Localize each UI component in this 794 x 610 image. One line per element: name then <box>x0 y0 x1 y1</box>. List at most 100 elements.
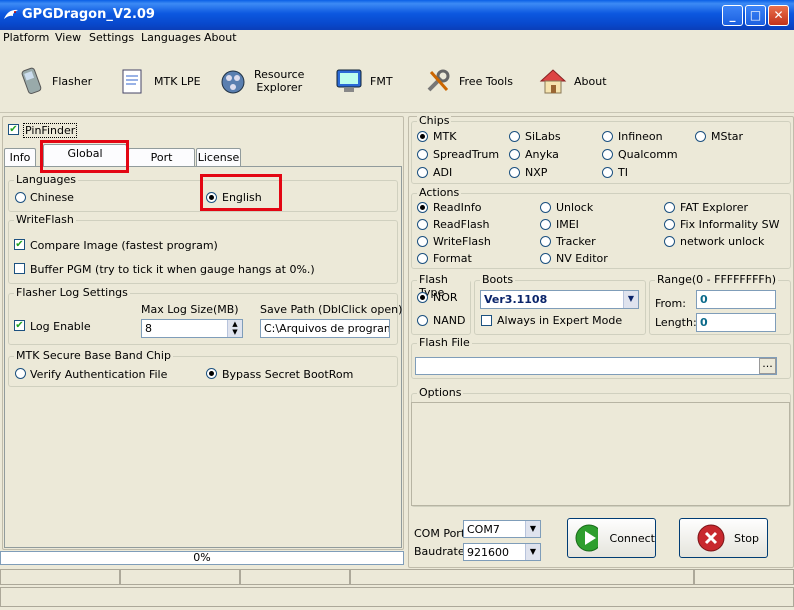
flash-file-title: Flash File <box>417 336 472 349</box>
free-tools-tool-button[interactable]: Free Tools <box>423 63 513 99</box>
chip-mstar-radio[interactable] <box>695 131 706 142</box>
baudrate-select[interactable]: 921600 ▼ <box>463 543 541 561</box>
status-cell <box>240 569 350 585</box>
film-reel-icon <box>221 70 245 94</box>
resource-explorer-label: Resource Explorer <box>254 68 305 94</box>
flash-nand-radio[interactable] <box>417 315 428 326</box>
save-path-input[interactable]: C:\Arquivos de programas <box>260 319 390 338</box>
menu-platform[interactable]: Platform <box>3 31 49 44</box>
action-fix-informality-radio[interactable] <box>664 219 675 230</box>
chip-mtk-radio[interactable] <box>417 131 428 142</box>
menu-about[interactable]: About <box>204 31 237 44</box>
bypass-bootrom-radio[interactable] <box>206 368 217 379</box>
chip-spreadtrum-radio[interactable] <box>417 149 428 160</box>
house-icon <box>539 69 567 94</box>
max-log-size-stepper[interactable]: 8 ▲ ▼ <box>141 319 243 338</box>
chevron-down-icon[interactable]: ▼ <box>525 544 540 560</box>
action-readflash-radio[interactable] <box>417 219 428 230</box>
chip-qualcomm-label: Qualcomm <box>618 148 678 161</box>
chip-adi-radio[interactable] <box>417 167 428 178</box>
resource-explorer-tool-button[interactable]: Resource Explorer <box>218 63 304 99</box>
tab-port-monitor[interactable]: Port Monitor <box>128 148 195 181</box>
tools-icon <box>427 69 450 92</box>
action-readinfo-radio[interactable] <box>417 202 428 213</box>
expert-mode-label: Always in Expert Mode <box>497 314 623 327</box>
buffer-pgm-label: Buffer PGM (try to tick it when gauge ha… <box>30 263 315 276</box>
com-port-select[interactable]: COM7 ▼ <box>463 520 541 538</box>
chevron-down-icon[interactable]: ▼ <box>623 291 638 308</box>
action-imei-radio[interactable] <box>540 219 551 230</box>
menu-languages[interactable]: Languages <box>141 31 201 44</box>
writeflash-title: WriteFlash <box>14 213 76 226</box>
chip-qualcomm-radio[interactable] <box>602 149 613 160</box>
chevron-down-icon[interactable]: ▼ <box>525 521 540 537</box>
actions-title: Actions <box>417 186 462 199</box>
range-from-input[interactable]: 0 <box>696 290 776 309</box>
chinese-radio[interactable] <box>15 192 26 203</box>
action-unlock-label: Unlock <box>556 201 594 214</box>
action-imei-label: IMEI <box>556 218 579 231</box>
chip-ti-label: TI <box>618 166 628 179</box>
action-nv-editor-radio[interactable] <box>540 253 551 264</box>
com-port-label: COM Port <box>414 527 466 540</box>
boots-select[interactable]: Ver3.1108 ▼ <box>480 290 639 309</box>
pinfinder-checkbox[interactable]: ✔ <box>8 124 19 135</box>
secure-chip-title: MTK Secure Base Band Chip <box>14 349 173 362</box>
chip-silabs-label: SiLabs <box>525 130 561 143</box>
close-button[interactable]: ✕ <box>768 5 789 26</box>
action-unlock-radio[interactable] <box>540 202 551 213</box>
mtk-lpe-tool-button[interactable]: MTK LPE <box>118 63 201 99</box>
stop-label: Stop <box>734 531 760 545</box>
progress-bar: 0% <box>0 551 404 565</box>
languages-title: Languages <box>14 173 79 186</box>
action-format-radio[interactable] <box>417 253 428 264</box>
chip-nxp-radio[interactable] <box>509 167 520 178</box>
buffer-pgm-checkbox[interactable] <box>14 263 25 274</box>
chip-adi-label: ADI <box>433 166 453 179</box>
browse-button[interactable]: ... <box>759 358 776 374</box>
tab-info[interactable]: Info <box>4 148 36 166</box>
chip-anyka-radio[interactable] <box>509 149 520 160</box>
action-fix-informality-label: Fix Informality SW <box>680 218 780 231</box>
expert-mode-checkbox[interactable] <box>481 315 492 326</box>
chip-silabs-radio[interactable] <box>509 131 520 142</box>
status-cell <box>350 569 694 585</box>
action-network-unlock-radio[interactable] <box>664 236 675 247</box>
connect-button[interactable]: Connect <box>567 518 656 558</box>
status-cell <box>0 569 120 585</box>
fmt-label: FMT <box>370 74 393 88</box>
maximize-button[interactable]: □ <box>745 5 766 26</box>
tab-license[interactable]: License <box>196 148 241 166</box>
about-tool-button[interactable]: About <box>538 63 607 99</box>
range-length-input[interactable]: 0 <box>696 313 776 332</box>
flash-nor-radio[interactable] <box>417 292 428 303</box>
flash-nor-label: NOR <box>433 291 458 304</box>
chip-infineon-radio[interactable] <box>602 131 613 142</box>
chip-ti-radio[interactable] <box>602 167 613 178</box>
flasher-label: Flasher <box>52 74 93 88</box>
fmt-tool-button[interactable]: FMT <box>334 63 393 99</box>
max-log-size-label: Max Log Size(MB) <box>141 303 239 316</box>
highlight-global-settings <box>40 140 129 173</box>
range-length-label: Length: <box>655 316 697 329</box>
action-writeflash-radio[interactable] <box>417 236 428 247</box>
action-fat-explorer-radio[interactable] <box>664 202 675 213</box>
boots-title: Boots <box>480 273 516 286</box>
phone-icon <box>21 67 42 94</box>
stop-button[interactable]: Stop <box>679 518 768 558</box>
flasher-tool-button[interactable]: Flasher <box>16 63 92 99</box>
compare-image-checkbox[interactable]: ✔ <box>14 239 25 250</box>
flash-file-input[interactable] <box>415 357 777 375</box>
save-path-label: Save Path (DblClick open) <box>260 303 403 316</box>
menu-view[interactable]: View <box>55 31 81 44</box>
stepper-arrows-icon[interactable]: ▲ ▼ <box>227 320 242 337</box>
chip-nxp-label: NXP <box>525 166 548 179</box>
range-title: Range(0 - FFFFFFFFh) <box>655 273 778 286</box>
verify-auth-radio[interactable] <box>15 368 26 379</box>
menu-settings[interactable]: Settings <box>89 31 134 44</box>
minimize-button[interactable]: _ <box>722 5 743 26</box>
action-tracker-radio[interactable] <box>540 236 551 247</box>
chip-spreadtrum-label: SpreadTrum <box>433 148 500 161</box>
action-tracker-label: Tracker <box>556 235 596 248</box>
log-enable-checkbox[interactable]: ✔ <box>14 320 25 331</box>
